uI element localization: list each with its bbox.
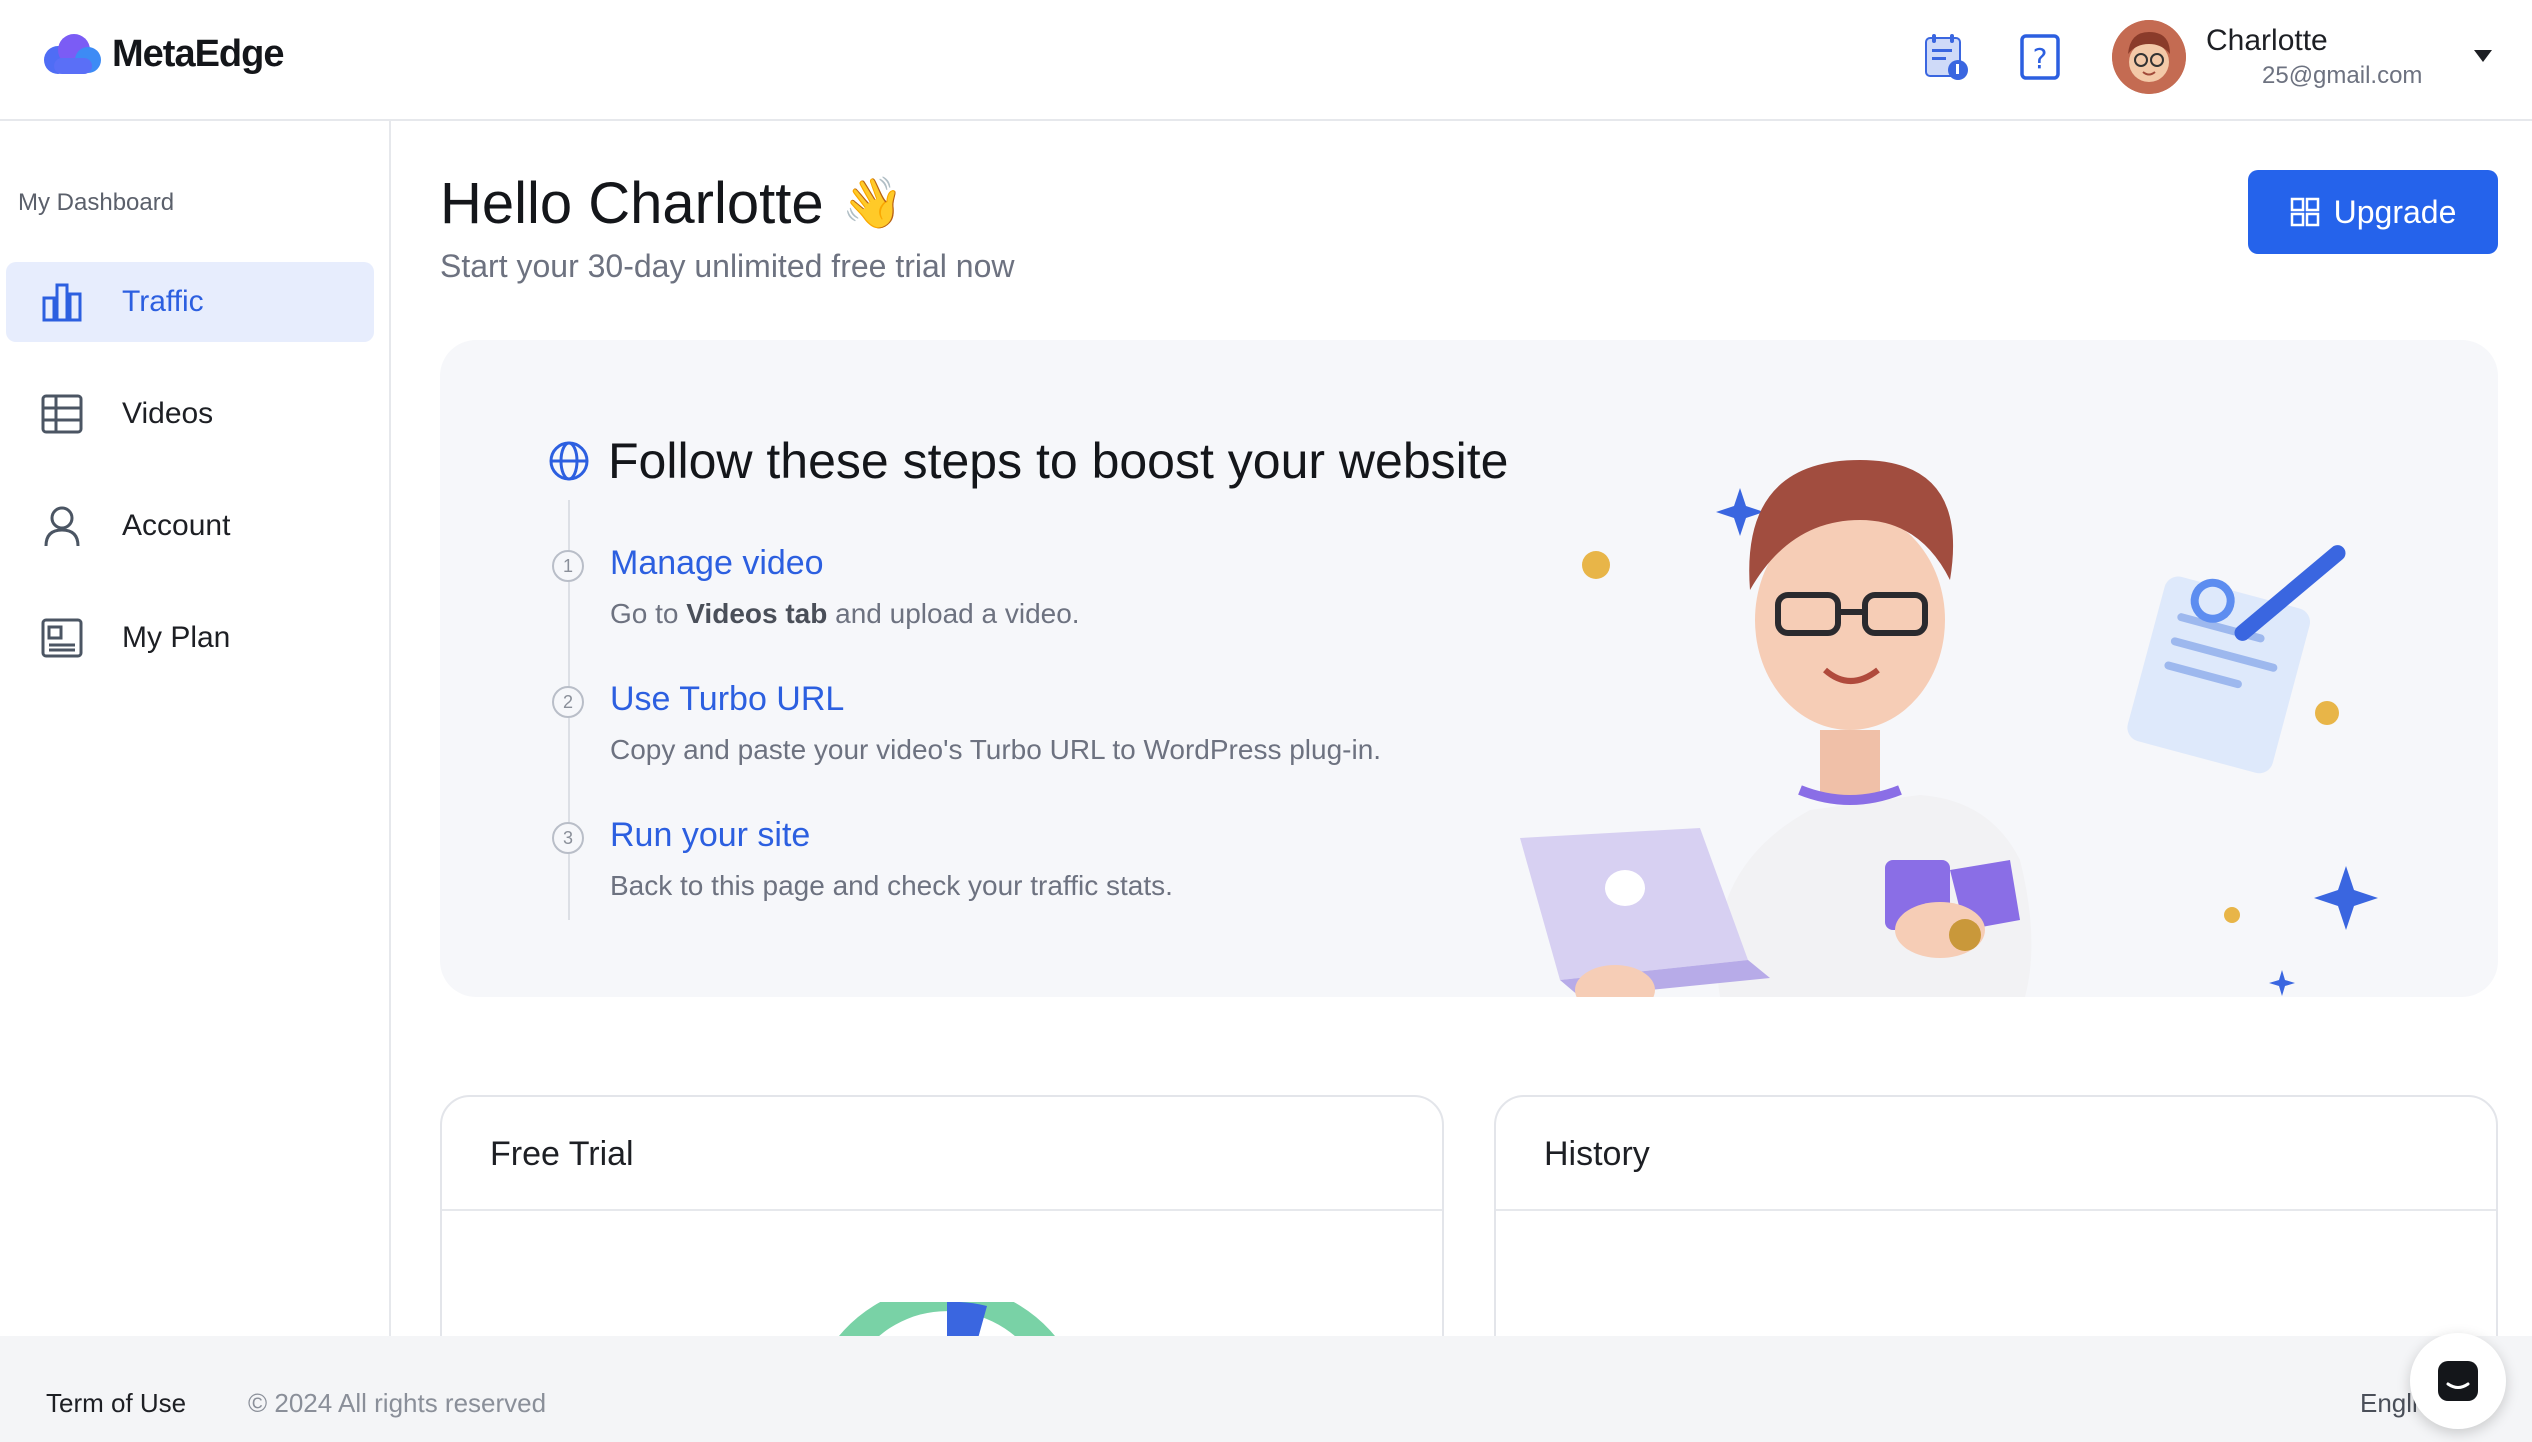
chat-support-button[interactable] [2410, 1333, 2506, 1429]
person-with-laptop-illustration [1520, 460, 2378, 997]
sidebar-item-videos[interactable]: Videos [6, 374, 374, 454]
sidebar-item-label: Traffic [122, 285, 204, 318]
greeting-text: Hello Charlotte [440, 171, 824, 236]
panel-title: Free Trial [490, 1135, 634, 1173]
user-menu[interactable]: Charlotte 25@gmail.com [2112, 20, 2422, 94]
table-icon [41, 394, 83, 434]
history-panel: History [1494, 1095, 2498, 1355]
chevron-down-icon[interactable] [2474, 50, 2492, 62]
user-name: Charlotte [2206, 24, 2328, 57]
sidebar-item-label: Account [122, 509, 231, 542]
page-subtitle: Start your 30-day unlimited free trial n… [440, 248, 1015, 284]
step-number: 2 [552, 686, 584, 718]
avatar [2112, 20, 2186, 94]
panel-title: History [1544, 1135, 1650, 1173]
chat-icon [2438, 1361, 2478, 1401]
sidebar-caption: My Dashboard [18, 189, 175, 216]
sidebar-item-label: My Plan [122, 621, 231, 654]
sidebar: My Dashboard Traffic Videos Account My P… [0, 121, 391, 1336]
sidebar-item-my-plan[interactable]: My Plan [6, 598, 374, 678]
svg-text:?: ? [2033, 42, 2048, 75]
step-description: Go to Videos tab and upload a video. [610, 598, 1080, 629]
top-header: MetaEdge ? Charlotte 25@gmail.com [0, 0, 2532, 121]
step-title-manage-video[interactable]: Manage video [610, 544, 824, 583]
document-icon [41, 618, 83, 658]
divider [442, 1209, 1442, 1211]
step-title-run-your-site[interactable]: Run your site [610, 816, 810, 855]
user-icon [44, 506, 80, 547]
terms-of-use-link[interactable]: Term of Use [46, 1388, 186, 1419]
sidebar-item-label: Videos [122, 397, 214, 430]
cloud-logo-icon [44, 34, 101, 74]
upgrade-label: Upgrade [2333, 193, 2457, 230]
onboarding-steps-card: Follow these steps to boost your website… [440, 340, 2498, 997]
sidebar-item-account[interactable]: Account [6, 486, 374, 566]
step-description: Back to this page and check your traffic… [610, 870, 1173, 901]
user-email: 25@gmail.com [2262, 62, 2423, 89]
metaedge-logo[interactable]: MetaEdge [40, 30, 284, 78]
help-icon[interactable]: ? [2018, 32, 2066, 82]
bar-chart-icon [42, 283, 82, 322]
grid-icon [2290, 197, 2319, 227]
app-name: MetaEdge [112, 32, 284, 75]
step-number: 1 [552, 550, 584, 582]
calendar-notification-icon[interactable] [1922, 32, 1970, 82]
step-number: 3 [552, 822, 584, 854]
step-description: Copy and paste your video's Turbo URL to… [610, 734, 1382, 765]
footer: Term of Use © 2024 All rights reserved E… [0, 1336, 2532, 1442]
step-title-use-turbo-url[interactable]: Use Turbo URL [610, 680, 844, 719]
free-trial-panel: Free Trial [440, 1095, 1444, 1355]
copyright-text: © 2024 All rights reserved [248, 1388, 547, 1418]
globe-icon [549, 441, 589, 481]
divider [1496, 1209, 2496, 1211]
page-title: Hello Charlotte 👋 [440, 170, 904, 237]
steps-title: Follow these steps to boost your website [608, 433, 1509, 489]
sidebar-item-traffic[interactable]: Traffic [6, 262, 374, 342]
waving-hand-icon: 👋 [841, 175, 904, 231]
upgrade-button[interactable]: Upgrade [2248, 170, 2498, 254]
